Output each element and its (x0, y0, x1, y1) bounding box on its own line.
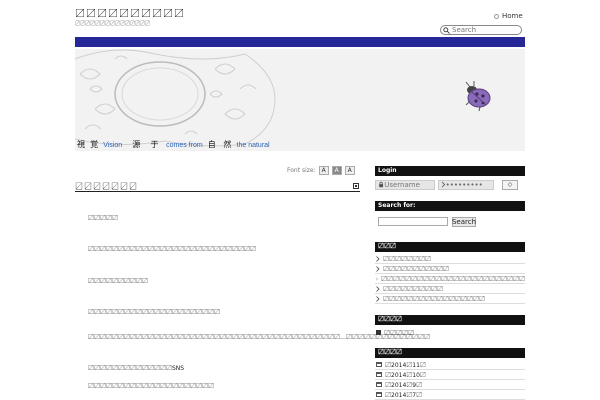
post-paragraph: 〼〼〼〼〼〼〼〼〼〼〼〼〼〼〼〼〼〼〼〼〼〼 (88, 309, 221, 316)
recent-posts-header: 〼〼〼 (375, 242, 525, 252)
archive-label: 〼2014〼11〼 (385, 362, 426, 369)
login-submit-button[interactable]: ◇ (502, 179, 518, 190)
post-paragraph: 〼〼〼〼〼〼〼〼〼〼〼〼〼〼〼〼〼〼〼〼〼〼〼〼〼〼〼〼 (88, 246, 257, 253)
post-paragraph: 〼〼〼〼〼〼〼〼〼〼〼〼〼〼SNS (88, 365, 185, 372)
username-field[interactable] (375, 179, 435, 190)
tagline-word: Vision (103, 142, 123, 149)
calendar-icon (376, 362, 382, 367)
recent-post-item[interactable]: 〼〼〼〼〼〼〼〼 (375, 254, 525, 264)
chevron-right-icon (376, 265, 380, 272)
font-size-label: Font size: (287, 167, 316, 174)
home-bullet-icon (494, 13, 499, 19)
tagline-word: the natural (236, 142, 270, 149)
category-label: 〼〼〼〼〼 (384, 329, 415, 337)
recent-post-item[interactable]: 〼〼〼〼〼〼〼〼〼〼〼 (375, 264, 525, 274)
sidebar-search-header: Search for: (375, 201, 525, 211)
tagline-char: 覚 (90, 140, 99, 149)
tagline-char: 然 (223, 140, 232, 149)
top-search-box[interactable] (440, 25, 522, 35)
sidebar-search-input[interactable] (378, 217, 448, 226)
archive-item[interactable]: 〼2014〼10〼 (375, 370, 525, 380)
calendar-icon (376, 392, 382, 397)
chevron-right-icon (376, 285, 380, 292)
post-title-divider (75, 191, 360, 192)
site-title[interactable]: 〼〼〼〼〼〼〼〼〼〼 (75, 5, 185, 20)
archive-label: 〼2014〼10〼 (385, 372, 426, 379)
top-search-input[interactable] (450, 26, 520, 34)
category-item[interactable]: 〼〼〼〼〼 (375, 327, 525, 337)
recent-post-label: 〼〼〼〼〼〼〼〼〼〼〼〼〼〼〼〼〼 (383, 296, 486, 303)
tagline-char: 視 (77, 140, 85, 149)
tagline-char: 于 (150, 140, 159, 149)
calendar-icon (376, 372, 382, 377)
tagline-char: 自 (207, 140, 216, 149)
ladybug-icon (465, 81, 491, 112)
username-input[interactable] (384, 180, 434, 189)
header-banner: 視 覚 Vision 源 于 comes from 自 然 the natura… (75, 49, 525, 151)
archive-item[interactable]: 〼2014〼7〼 (375, 390, 525, 400)
nav-bar (75, 37, 525, 47)
sidebar-search-button[interactable]: Search (452, 217, 476, 227)
calendar-icon (376, 382, 382, 387)
chevron-right-icon (376, 255, 380, 262)
categories-header: 〼〼〼〼 (375, 315, 525, 325)
category-bullet-icon (376, 329, 381, 335)
archive-label: 〼2014〼7〼 (385, 392, 423, 399)
post-paragraph: 〼〼〼〼〼 (88, 215, 119, 222)
home-link-label: Home (502, 12, 523, 20)
font-size-control: Font size: A A A (287, 166, 355, 175)
site-description: 〼〼〼〼〼〼〼〼〼〼〼〼〼〼〼 (75, 21, 151, 27)
header-tagline: 視 覚 Vision 源 于 comes from 自 然 the natura… (77, 139, 270, 150)
recent-post-label: 〼〼〼〼〼〼〼〼〼〼〼〼〼〼〼〼〼〼〼〼〼〼〼〼 (380, 276, 525, 283)
archive-item[interactable]: 〼2014〼11〼 (375, 360, 525, 370)
search-icon (443, 26, 450, 34)
archives-header: 〼〼〼〼 (375, 348, 525, 358)
chevron-right-icon (376, 295, 380, 302)
font-size-large-button[interactable]: A (344, 166, 355, 175)
password-input[interactable] (445, 180, 493, 189)
post-expand-icon[interactable] (353, 183, 359, 189)
recent-post-label: 〼〼〼〼〼〼〼〼〼〼〼 (383, 266, 450, 273)
post-paragraph: 〼〼〼〼〼〼〼〼〼〼〼〼〼〼〼〼〼〼〼〼〼 (88, 383, 215, 390)
password-field[interactable] (438, 179, 494, 190)
archive-label: 〼2014〼9〼 (385, 382, 423, 389)
recent-post-item[interactable]: 〼〼〼〼〼〼〼〼〼〼 (375, 284, 525, 294)
font-size-small-button[interactable]: A (318, 166, 329, 175)
archive-item[interactable]: 〼2014〼9〼 (375, 380, 525, 390)
tagline-char: 源 (132, 140, 141, 149)
home-link[interactable]: Home (494, 12, 523, 20)
login-header: Login (375, 166, 525, 176)
login-form: ◇ (375, 179, 525, 190)
post-paragraph: 〼〼〼〼〼〼〼〼〼〼 (88, 278, 149, 285)
swirl-pattern-graphic (75, 49, 276, 147)
tagline-word: comes from (166, 142, 203, 149)
recent-post-label: 〼〼〼〼〼〼〼〼 (383, 256, 432, 263)
chevron-right-icon (376, 277, 378, 280)
recent-post-item[interactable]: 〼〼〼〼〼〼〼〼〼〼〼〼〼〼〼〼〼〼〼〼〼〼〼〼 (375, 274, 525, 284)
font-size-medium-button[interactable]: A (331, 166, 342, 175)
recent-post-label: 〼〼〼〼〼〼〼〼〼〼 (383, 286, 444, 293)
recent-post-item[interactable]: 〼〼〼〼〼〼〼〼〼〼〼〼〼〼〼〼〼 (375, 294, 525, 304)
